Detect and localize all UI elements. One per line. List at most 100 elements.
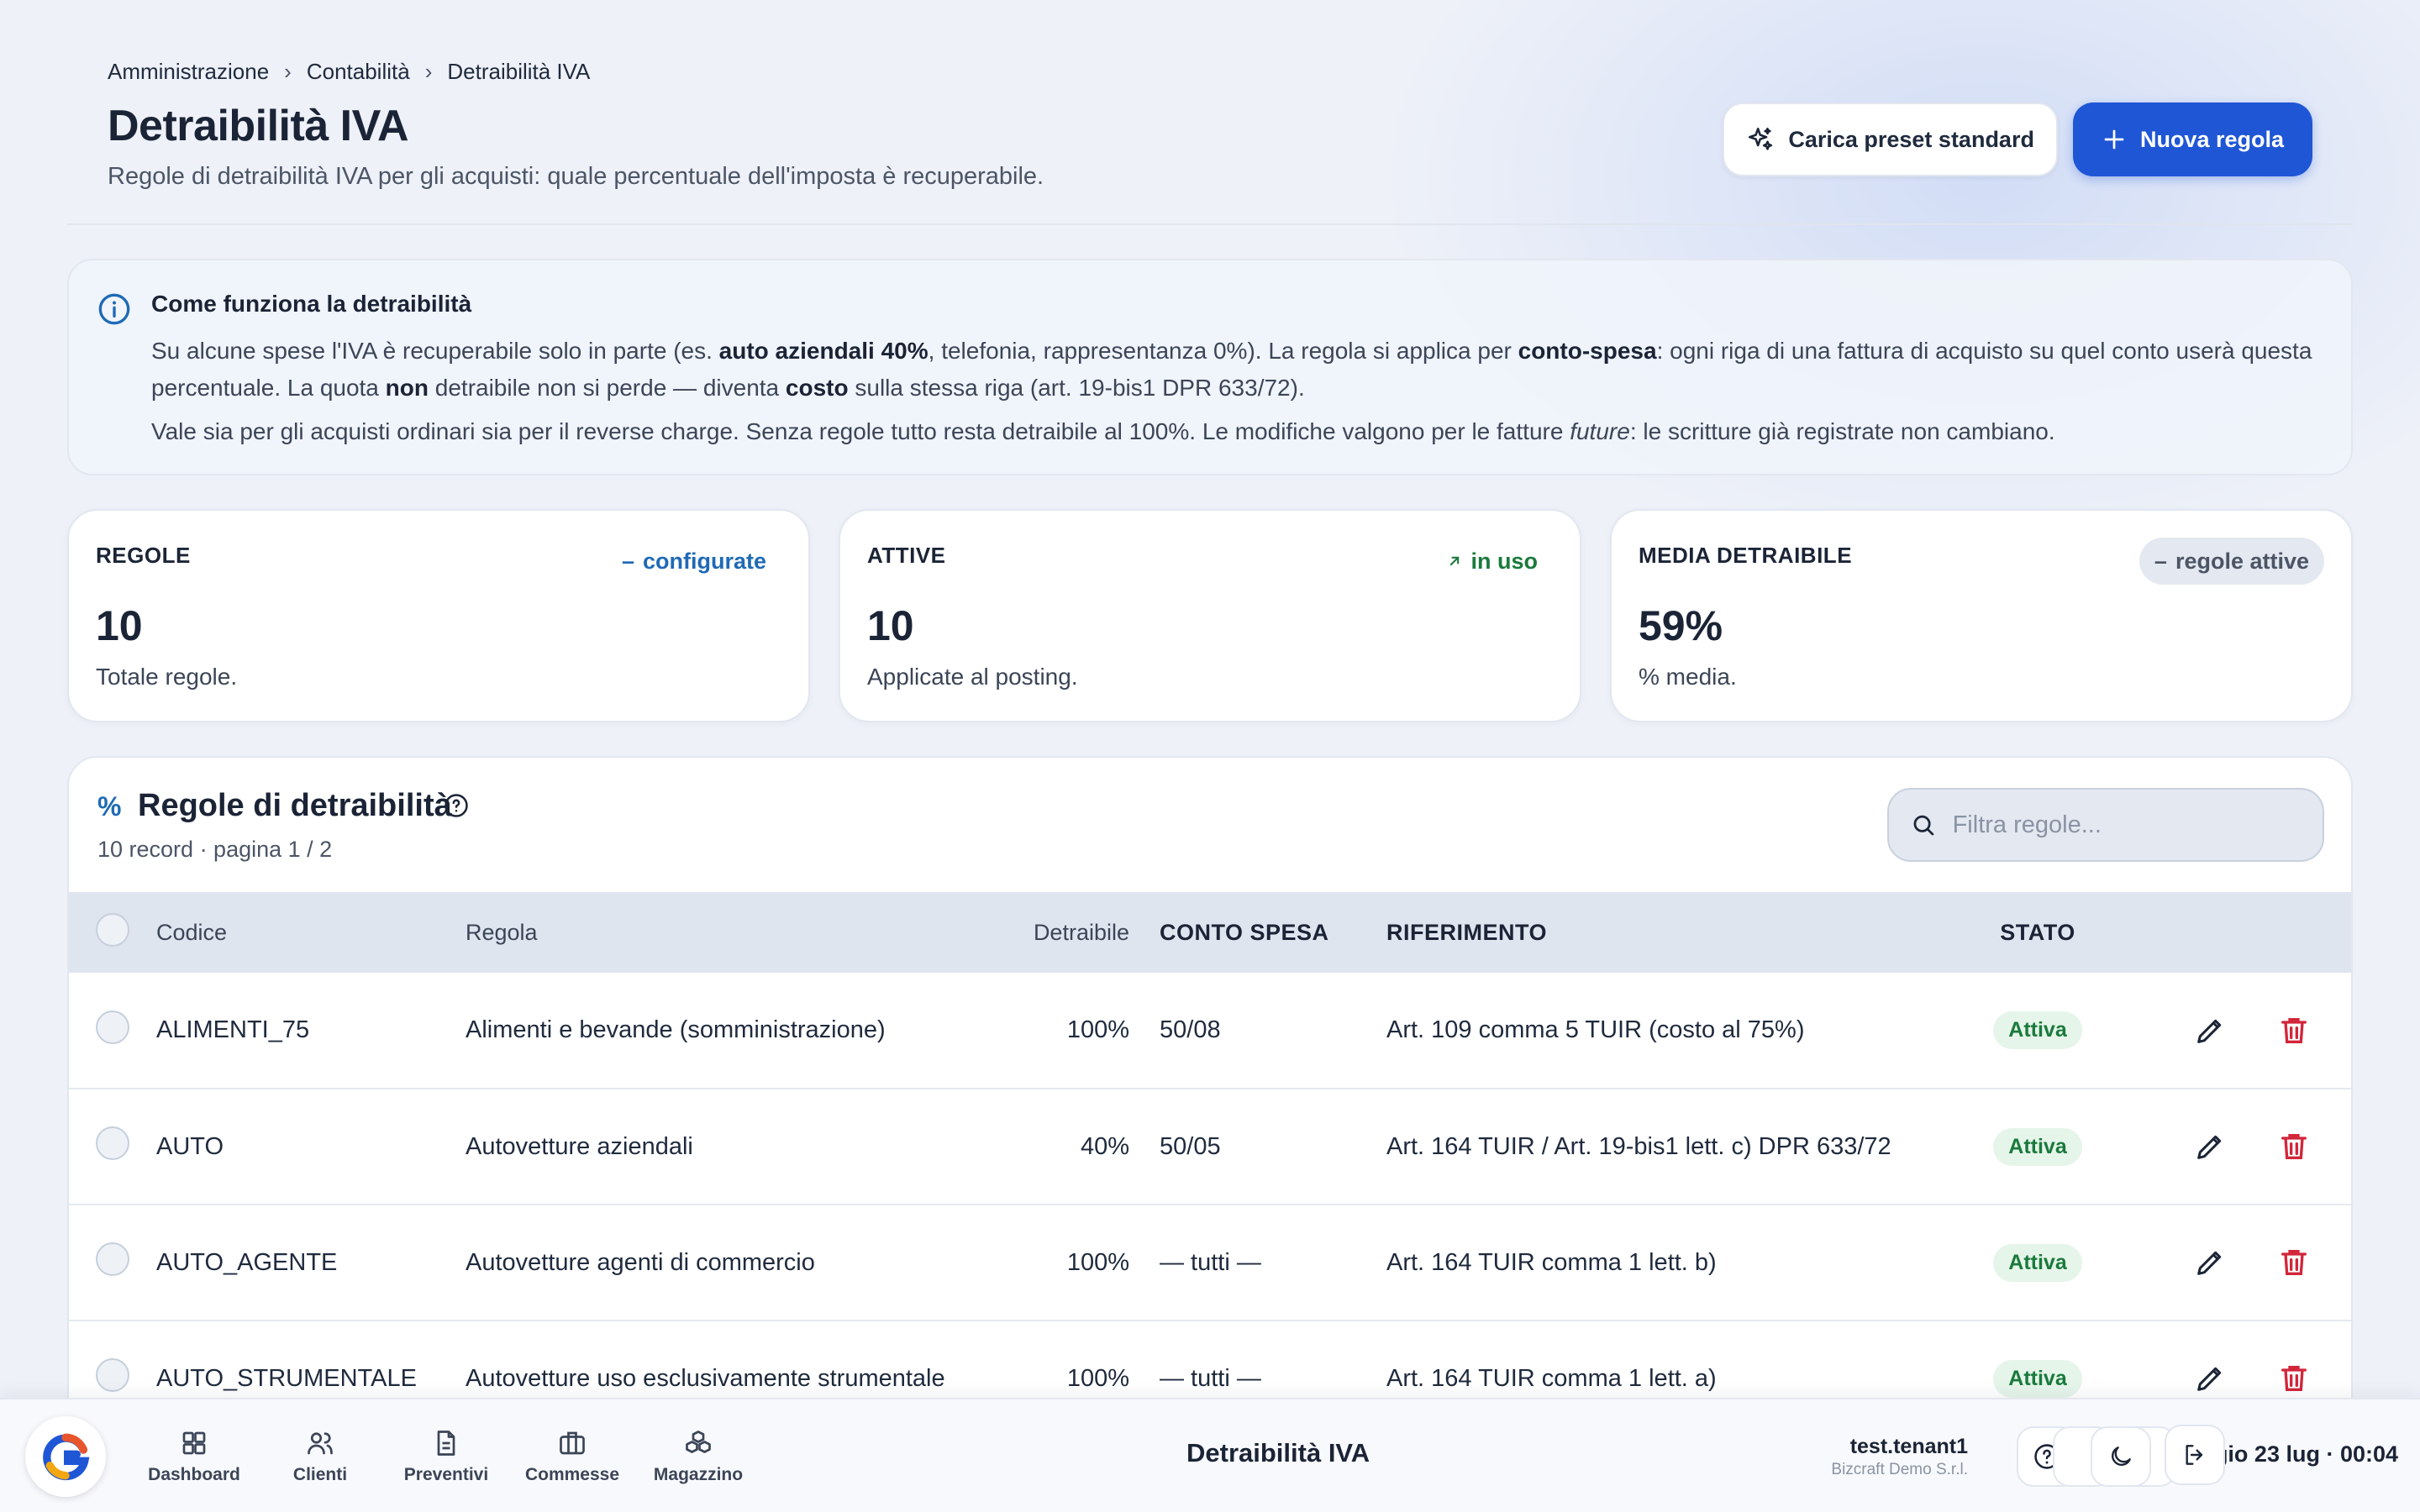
delete-icon[interactable] [2277, 1246, 2311, 1279]
bottom-dock: Dashboard Clienti Preventivi Commesse Ma… [0, 1398, 2420, 1512]
dock-nav: Dashboard Clienti Preventivi Commesse Ma… [131, 1399, 761, 1512]
cell-code: AUTO [156, 1132, 224, 1160]
edit-icon[interactable] [2193, 1246, 2227, 1279]
header-actions: Carica preset standard Nuova regola [1723, 102, 2312, 176]
dock-item-magazzino[interactable]: Magazzino [635, 1399, 761, 1512]
rules-table: Codice Regola Detraibile CONTO SPESA RIF… [69, 892, 2351, 1437]
table-row[interactable]: ALIMENTI_75 Alimenti e bevande (somminis… [69, 973, 2351, 1089]
delete-icon[interactable] [2277, 1362, 2311, 1395]
info-text-part: Su alcune spese l'IVA è recuperabile sol… [151, 338, 719, 364]
edit-icon[interactable] [2193, 1130, 2227, 1163]
status-badge: Attiva [1993, 1011, 2082, 1049]
cell-conto: 50/08 [1160, 1016, 1221, 1043]
cell-actions [2109, 973, 2351, 1089]
info-text-part: Vale sia per gli acquisti ordinari sia p… [151, 418, 1570, 444]
column-header-rule[interactable]: Regola [466, 892, 1008, 973]
panel-record-count: 10 record · pagina 1 / 2 [97, 837, 333, 862]
info-box: Come funziona la detraibilità Su alcune … [67, 259, 2353, 475]
table-header-row: Codice Regola Detraibile CONTO SPESA RIF… [69, 892, 2351, 973]
cell-rule: Autovetture aziendali [466, 1132, 693, 1160]
select-all-checkbox[interactable] [96, 912, 129, 947]
cell-riferimento: Art. 164 TUIR comma 1 lett. b) [1386, 1248, 1717, 1276]
moon-icon [2112, 1446, 2131, 1466]
stat-tag-label: configurate [642, 548, 766, 574]
dock-item-label: Magazzino [653, 1465, 744, 1484]
breadcrumb-item-amministrazione[interactable]: Amministrazione [108, 59, 269, 85]
user-name: test.tenant1 [1849, 1435, 1968, 1458]
dashboard-icon [182, 1431, 206, 1455]
dock-item-label: Dashboard [148, 1465, 240, 1484]
row-checkbox[interactable] [96, 1242, 129, 1276]
info-text-bold: conto-spesa [1518, 338, 1657, 364]
plus-icon [2104, 129, 2124, 150]
cell-code: ALIMENTI_75 [156, 1016, 310, 1043]
theme-toggle-button[interactable] [2091, 1426, 2151, 1487]
users-icon [308, 1432, 333, 1455]
chevron-right-icon: › [424, 59, 433, 84]
stat-desc: Applicate al posting. [867, 664, 1078, 690]
delete-icon[interactable] [2277, 1014, 2311, 1047]
column-header-code[interactable]: Codice [156, 892, 466, 973]
search-icon [1913, 815, 1934, 836]
breadcrumb-item-contabilita[interactable]: Contabilità [307, 59, 410, 85]
stat-card-regole: REGOLE – configurate 10 Totale regole. [67, 509, 810, 722]
user-info[interactable]: test.tenant1 Bizcraft Demo S.r.l. [1831, 1435, 1968, 1479]
dock-item-dashboard[interactable]: Dashboard [131, 1399, 257, 1512]
dash-icon: – [621, 548, 634, 574]
dock-item-commesse[interactable]: Commesse [509, 1399, 635, 1512]
page-subtitle: Regole di detraibilità IVA per gli acqui… [108, 163, 1044, 190]
new-rule-button[interactable]: Nuova regola [2072, 102, 2312, 176]
info-text-bold: non [385, 375, 429, 401]
column-header-conto[interactable]: CONTO SPESA [1160, 892, 1386, 973]
boxes-icon [686, 1431, 711, 1453]
dash-icon: – [2154, 548, 2167, 574]
stat-value: 59% [1639, 602, 1723, 649]
cell-rule: Autovetture agenti di commercio [466, 1248, 815, 1276]
logout-button[interactable] [2165, 1425, 2225, 1485]
info-paragraph-1: Su alcune spese l'IVA è recuperabile sol… [151, 333, 2336, 407]
stat-value: 10 [867, 602, 914, 649]
dock-item-clienti[interactable]: Clienti [257, 1399, 383, 1512]
row-checkbox[interactable] [96, 1126, 129, 1160]
cell-conto: — tutti — [1160, 1248, 1261, 1276]
info-paragraph-2: Vale sia per gli acquisti ordinari sia p… [151, 413, 2336, 450]
stat-tag: – configurate [607, 538, 781, 585]
dock-item-preventivi[interactable]: Preventivi [383, 1399, 509, 1512]
clock: gio 23 lug · 00:04 [2213, 1441, 2398, 1467]
row-checkbox[interactable] [96, 1010, 129, 1044]
breadcrumb-item-current: Detraibilità IVA [447, 59, 591, 84]
column-header-detraibile[interactable]: Detraibile [1008, 892, 1160, 973]
stat-label: MEDIA DETRAIBILE [1639, 543, 1853, 568]
filter-field[interactable] [1887, 788, 2324, 862]
edit-icon[interactable] [2193, 1014, 2227, 1047]
chevron-right-icon: › [284, 59, 292, 84]
info-title: Come funziona la detraibilità [151, 291, 472, 317]
load-preset-button[interactable]: Carica preset standard [1723, 102, 2058, 176]
filter-input[interactable] [1952, 811, 2301, 839]
cell-detraibile: 100% [1066, 1016, 1129, 1043]
row-checkbox[interactable] [96, 1358, 129, 1392]
dock-item-label: Preventivi [403, 1465, 489, 1484]
help-icon[interactable] [444, 793, 469, 818]
info-text-bold: auto aziendali 40% [718, 338, 929, 364]
app-logo[interactable] [25, 1416, 106, 1497]
cell-stato: Attiva [1966, 1089, 2109, 1205]
status-badge: Attiva [1993, 1243, 2082, 1282]
percent-icon: % [97, 791, 122, 822]
cell-stato: Attiva [1966, 973, 2109, 1089]
info-text-part: sulla stessa riga (art. 19-bis1 DPR 633/… [848, 375, 1305, 401]
column-header-stato[interactable]: STATO [1966, 892, 2109, 973]
header-divider [67, 223, 2353, 225]
panel-title: Regole di detraibilità [138, 788, 452, 823]
stat-desc: Totale regole. [96, 664, 238, 690]
cell-riferimento: Art. 164 TUIR / Art. 19-bis1 lett. c) DP… [1386, 1132, 1891, 1160]
briefcase-icon [560, 1431, 585, 1455]
row-select-cell [69, 973, 156, 1089]
delete-icon[interactable] [2277, 1130, 2311, 1163]
document-icon [437, 1431, 455, 1456]
table-row[interactable]: AUTO Autovetture aziendali 40% 50/05 Art… [69, 1089, 2351, 1205]
column-header-riferimento[interactable]: RIFERIMENTO [1386, 892, 1966, 973]
table-row[interactable]: AUTO_AGENTE Autovetture agenti di commer… [69, 1205, 2351, 1320]
edit-icon[interactable] [2193, 1362, 2227, 1395]
cell-riferimento: Art. 109 comma 5 TUIR (costo al 75%) [1386, 1016, 1805, 1043]
